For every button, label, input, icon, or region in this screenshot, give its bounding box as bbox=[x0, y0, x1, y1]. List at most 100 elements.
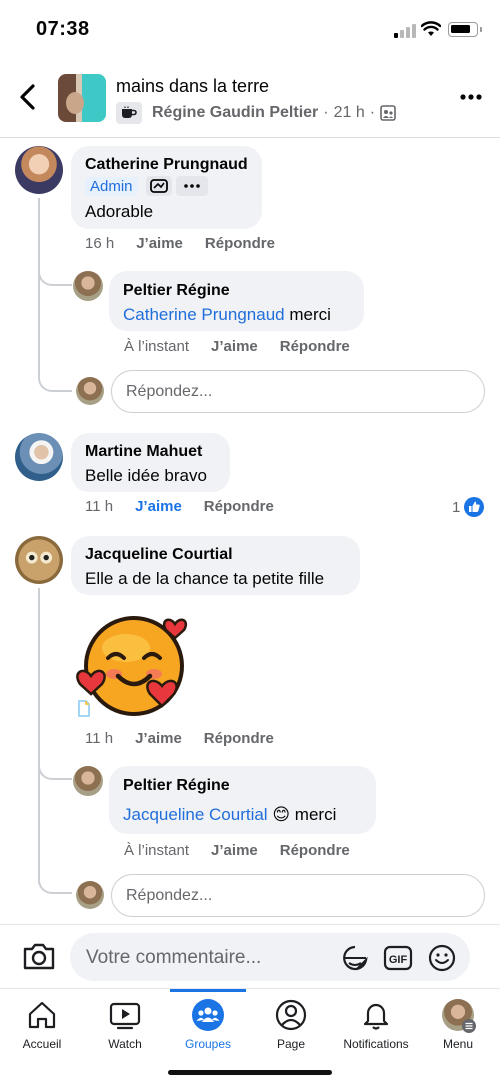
home-indicator bbox=[168, 1070, 332, 1075]
avatar[interactable] bbox=[73, 271, 103, 301]
thumbs-up-icon bbox=[464, 497, 485, 517]
bell-icon bbox=[363, 1003, 389, 1030]
avatar[interactable] bbox=[15, 536, 63, 584]
tab-label: Watch bbox=[108, 1037, 142, 1051]
home-icon bbox=[28, 1001, 56, 1029]
reply-input-placeholder: Répondez... bbox=[126, 382, 213, 400]
reply-button[interactable]: Répondre bbox=[204, 730, 274, 747]
status-time: 07:38 bbox=[36, 18, 90, 40]
avatar[interactable] bbox=[15, 146, 63, 194]
reply-bubble: Peltier Régine Catherine Prungnaud merci bbox=[109, 271, 364, 331]
menu-icon bbox=[462, 1019, 476, 1033]
reply-text: Jacqueline Courtial 😊 merci bbox=[123, 805, 337, 824]
reply-button[interactable]: Répondre bbox=[205, 235, 275, 252]
comment-bubble: Martine Mahuet Belle idée bravo bbox=[71, 433, 230, 492]
comment-actions: 16 h J’aime Répondre bbox=[85, 235, 297, 252]
wifi-icon bbox=[421, 21, 441, 36]
reply-time: À l’instant bbox=[124, 842, 190, 859]
like-button[interactable]: J’aime bbox=[211, 338, 258, 355]
thread-connector bbox=[38, 260, 72, 286]
comment-author[interactable]: Catherine Prungnaud bbox=[85, 156, 248, 174]
comment-input[interactable]: Votre commentaire... GIF bbox=[70, 933, 470, 981]
like-button[interactable]: J’aime bbox=[135, 498, 182, 515]
poster-name[interactable]: Régine Gaudin Peltier bbox=[152, 104, 318, 122]
tab-label: Accueil bbox=[22, 1037, 62, 1051]
meta-separator: · bbox=[369, 104, 376, 121]
tab-page[interactable]: Page bbox=[249, 989, 333, 1059]
post-header: mains dans la terre Régine Gaudin Peltie… bbox=[0, 62, 500, 138]
smiling-face-with-hearts-sticker[interactable] bbox=[74, 610, 194, 720]
sticker-source-icon bbox=[78, 700, 90, 717]
thread-connector bbox=[38, 862, 72, 894]
battery-icon bbox=[448, 22, 482, 37]
comment-time: 11 h bbox=[85, 730, 114, 747]
comment-input-placeholder: Votre commentaire... bbox=[86, 947, 262, 968]
comment-actions: 11 h J’aime Répondre bbox=[85, 498, 296, 515]
tab-notifications[interactable]: Notifications bbox=[334, 989, 418, 1059]
gif-icon[interactable]: GIF bbox=[383, 944, 413, 972]
thread-line bbox=[38, 588, 40, 884]
like-button[interactable]: J’aime bbox=[211, 842, 258, 859]
tab-watch[interactable]: Watch bbox=[83, 989, 167, 1059]
comment-text: Elle a de la chance ta petite fille bbox=[85, 569, 325, 588]
svg-text:GIF: GIF bbox=[389, 954, 408, 966]
reply-actions: À l’instant J’aime Répondre bbox=[124, 338, 372, 355]
reaction-summary[interactable]: 1 bbox=[452, 497, 485, 517]
reply-input[interactable]: Répondez... bbox=[111, 874, 485, 917]
tab-label: Groupes bbox=[184, 1037, 232, 1051]
menu-avatar bbox=[442, 999, 476, 1033]
group-thumbnail[interactable] bbox=[58, 74, 106, 122]
cellular-signal-icon bbox=[394, 24, 418, 38]
reply-input-placeholder: Répondez... bbox=[126, 886, 213, 904]
sticker-icon[interactable] bbox=[340, 944, 370, 972]
meta-separator: · bbox=[323, 104, 329, 121]
groups-icon bbox=[192, 999, 224, 1031]
tab-accueil[interactable]: Accueil bbox=[0, 989, 84, 1059]
avatar[interactable] bbox=[15, 433, 63, 481]
page-icon bbox=[275, 999, 307, 1031]
tab-label: Page bbox=[276, 1037, 306, 1051]
group-members-icon bbox=[380, 105, 396, 121]
mention-link[interactable]: Catherine Prungnaud bbox=[123, 305, 285, 324]
tab-label: Menu bbox=[442, 1037, 474, 1051]
avatar bbox=[76, 881, 104, 909]
comment-text: Belle idée bravo bbox=[85, 466, 207, 485]
reply-button[interactable]: Répondre bbox=[280, 842, 350, 859]
back-arrow-icon[interactable] bbox=[16, 82, 40, 112]
group-name[interactable]: mains dans la terre bbox=[116, 76, 269, 97]
reply-input[interactable]: Répondez... bbox=[111, 370, 485, 413]
reply-time: À l’instant bbox=[124, 338, 190, 355]
comment-text: Adorable bbox=[85, 202, 154, 221]
avatar[interactable] bbox=[73, 766, 103, 796]
comment-author[interactable]: Martine Mahuet bbox=[85, 443, 202, 461]
comment-bubble: Catherine Prungnaud Admin Adorable bbox=[71, 146, 262, 229]
more-options-icon[interactable] bbox=[460, 94, 482, 100]
admin-badge: Admin bbox=[85, 176, 138, 196]
post-time: 21 h bbox=[333, 104, 365, 121]
avatar bbox=[76, 377, 104, 405]
like-button[interactable]: J’aime bbox=[135, 730, 182, 747]
more-badges-icon[interactable] bbox=[175, 176, 208, 196]
bottom-tab-bar: Accueil Watch Groupes Page Notifications… bbox=[0, 988, 500, 1082]
mention-link[interactable]: Jacqueline Courtial bbox=[123, 805, 268, 824]
coffee-cup-icon bbox=[116, 102, 142, 124]
reply-actions: À l’instant J’aime Répondre bbox=[124, 842, 372, 859]
like-button[interactable]: J’aime bbox=[136, 235, 183, 252]
tab-label: Notifications bbox=[343, 1037, 409, 1051]
tab-menu[interactable]: Menu bbox=[416, 989, 500, 1059]
reaction-count: 1 bbox=[452, 498, 461, 516]
status-bar: 07:38 bbox=[0, 0, 500, 60]
tab-groupes[interactable]: Groupes bbox=[166, 989, 250, 1059]
emoji: 😊 bbox=[272, 805, 291, 824]
reply-author[interactable]: Peltier Régine bbox=[123, 282, 230, 300]
thread-connector bbox=[38, 360, 72, 392]
comment-composer: Votre commentaire... GIF bbox=[0, 924, 500, 988]
reply-button[interactable]: Répondre bbox=[204, 498, 274, 515]
reply-button[interactable]: Répondre bbox=[280, 338, 350, 355]
reply-author[interactable]: Peltier Régine bbox=[123, 777, 230, 795]
emoji-icon[interactable] bbox=[427, 944, 457, 972]
watch-icon bbox=[109, 1002, 141, 1030]
comment-author[interactable]: Jacqueline Courtial bbox=[85, 546, 233, 564]
camera-icon[interactable] bbox=[22, 941, 56, 971]
comment-time: 11 h bbox=[85, 498, 114, 515]
